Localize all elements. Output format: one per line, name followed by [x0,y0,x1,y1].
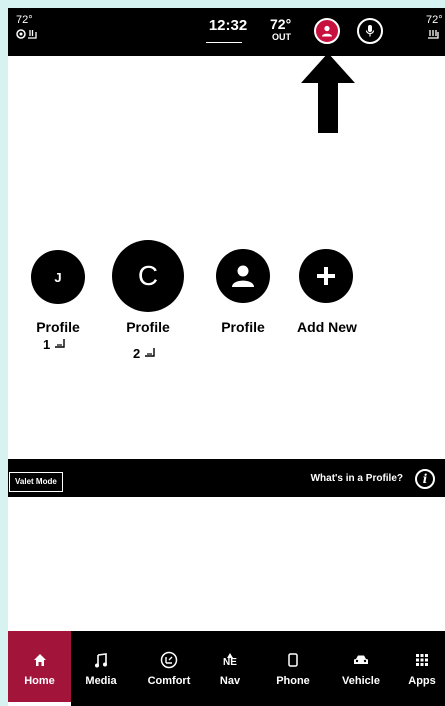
clock: 12:32 [208,17,248,34]
nav-vehicle[interactable]: Vehicle [330,631,392,706]
profile-3-avatar[interactable] [216,249,270,303]
bottom-nav: Home Media Comfort NE Nav Phone Vehicle … [8,631,445,706]
profile-1-seat-number: 1 [43,337,51,352]
valet-bar: Valet Mode What's in a Profile? i [8,459,445,497]
driver-seat-heat-icon[interactable] [16,28,38,43]
passenger-seat-heat-icon[interactable] [426,28,442,43]
nav-apps[interactable]: Apps [400,631,444,706]
nav-vehicle-label: Vehicle [342,675,380,687]
status-bar: 72° 12:32 72° OUT 72° [8,8,445,56]
plus-icon [317,267,335,285]
nav-comfort[interactable]: Comfort [138,631,200,706]
add-profile-button[interactable] [299,249,353,303]
microphone-icon [365,25,375,37]
seat-icon [144,348,155,357]
nav-navigation[interactable]: NE Nav [204,631,256,706]
nav-phone[interactable]: Phone [266,631,320,706]
grid-icon [416,648,428,672]
clock-divider [206,42,242,43]
voice-button[interactable] [357,18,383,44]
active-indicator [8,702,71,706]
seat-icon [54,339,65,348]
outside-label: OUT [272,32,291,42]
home-icon [33,648,47,672]
profile-1-avatar[interactable]: J [31,250,85,304]
profile-2-avatar[interactable]: C [112,240,184,312]
outside-temp: 72° [270,16,292,32]
profile-1-seat-memory: 1 [43,337,66,352]
nav-apps-label: Apps [408,675,436,687]
nav-home[interactable]: Home [8,631,71,706]
nav-nav-label: Nav [219,675,241,687]
comfort-icon [160,648,178,672]
car-icon [353,648,369,672]
profile-1-label: Profile [36,319,80,335]
nav-media[interactable]: Media [74,631,128,706]
passenger-temp[interactable]: 72° [426,14,443,26]
driver-temp[interactable]: 72° [16,14,33,26]
profile-1-initial: J [54,269,62,285]
compass-icon: NE [223,648,237,672]
person-icon [232,265,254,287]
compass-heading: NE [223,656,237,668]
nav-home-label: Home [24,675,55,687]
add-new-label: Add New [297,319,357,335]
person-icon [322,25,332,37]
profile-2-seat-memory: 2 [133,346,156,361]
phone-icon [288,648,298,672]
profile-3-label: Profile [221,319,265,335]
infotainment-screen: 72° 12:32 72° OUT 72° J C Profile Profil… [8,8,445,706]
music-note-icon [94,648,108,672]
nav-media-label: Media [85,675,117,687]
pointer-arrow-icon [301,53,355,133]
whats-in-profile-link[interactable]: What's in a Profile? [311,473,403,484]
profile-2-initial: C [137,260,159,291]
profile-button[interactable] [314,18,340,44]
nav-phone-label: Phone [276,675,310,687]
profile-2-seat-number: 2 [133,346,141,361]
valet-mode-button[interactable]: Valet Mode [9,472,63,492]
info-glyph: i [422,472,428,486]
nav-comfort-label: Comfort [147,675,191,687]
info-icon[interactable]: i [415,469,435,489]
profile-2-label: Profile [126,319,170,335]
